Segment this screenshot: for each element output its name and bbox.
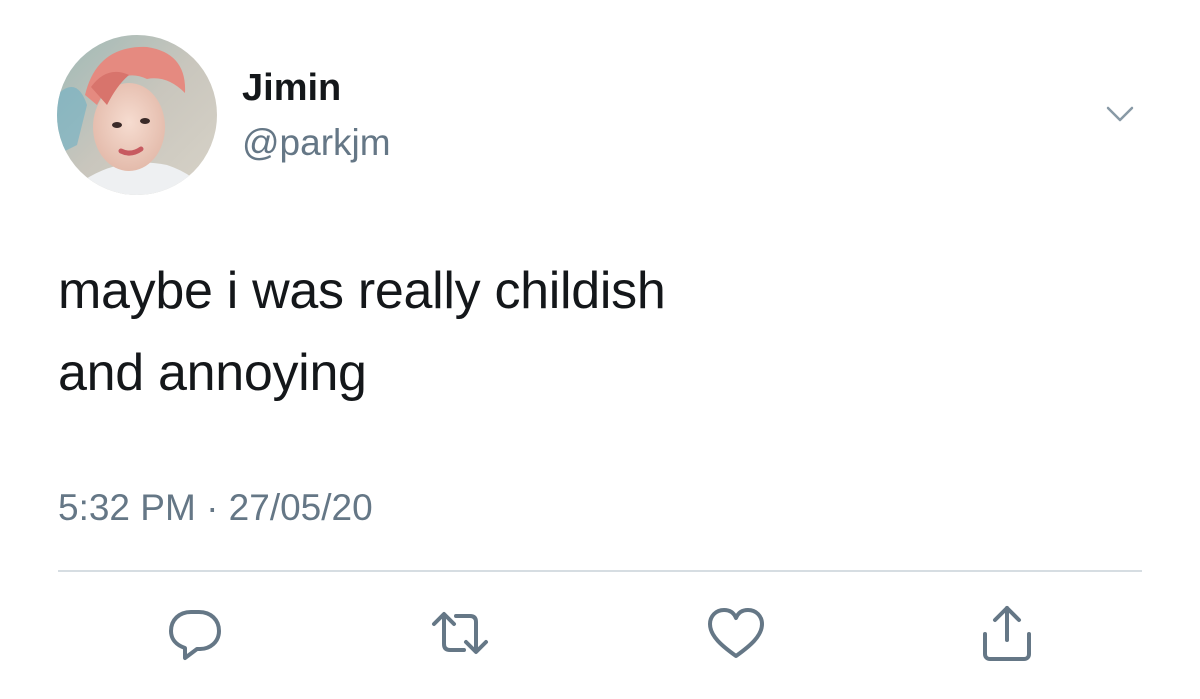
retweet-button[interactable]: [428, 604, 492, 664]
share-button[interactable]: [975, 604, 1039, 664]
avatar[interactable]: [57, 35, 217, 195]
share-icon: [983, 606, 1031, 661]
divider: [58, 570, 1142, 572]
tweet-card: Jimin @parkjm maybe i was really childis…: [0, 0, 1200, 699]
tweet-text-line: and annoying: [58, 344, 367, 402]
heart-icon: [708, 608, 764, 658]
retweet-icon: [432, 612, 488, 654]
tweet-text-line: maybe i was really childish: [58, 262, 666, 320]
tweet-text: maybe i was really childish and annoying: [58, 250, 1138, 414]
avatar-photo: [57, 35, 217, 195]
chevron-down-icon[interactable]: [1098, 96, 1142, 136]
user-handle[interactable]: @parkjm: [242, 121, 391, 165]
like-button[interactable]: [704, 604, 768, 664]
reply-button[interactable]: [163, 604, 227, 664]
display-name[interactable]: Jimin: [242, 66, 341, 110]
reply-icon: [169, 610, 221, 660]
tweet-timestamp[interactable]: 5:32 PM · 27/05/20: [58, 486, 373, 530]
